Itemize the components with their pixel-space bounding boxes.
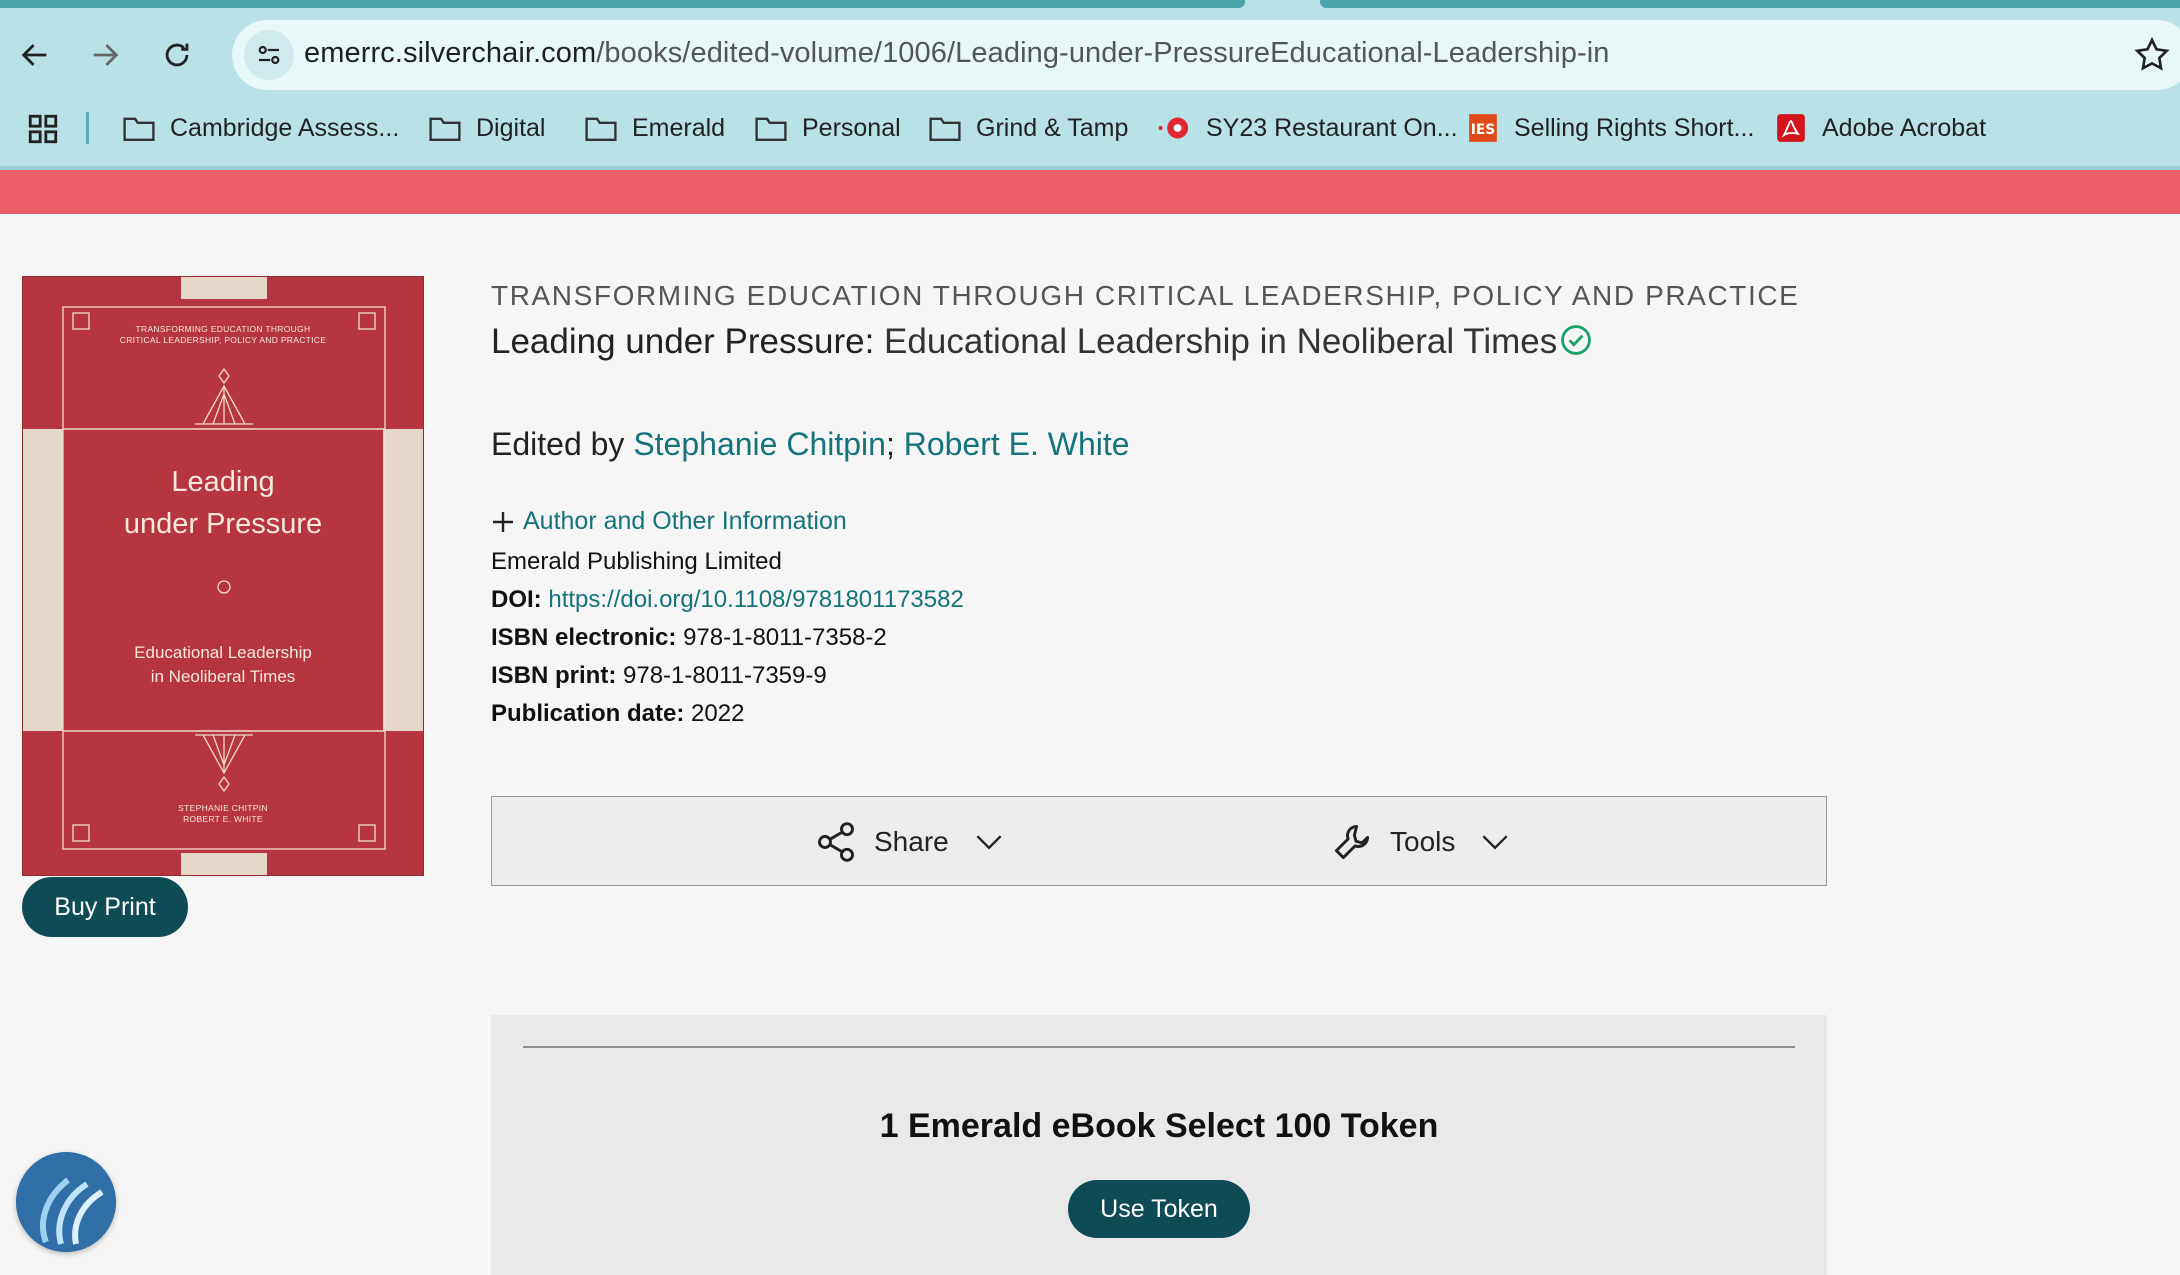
site-settings-icon[interactable] [244, 30, 294, 80]
svg-text:IES: IES [1471, 122, 1496, 138]
wave-logo-icon [16, 1152, 116, 1252]
folder-icon [585, 117, 617, 141]
bookmark-sy23[interactable]: SY23 Restaurant On... [1158, 108, 1458, 148]
book-title: Leading under Pressure: Educational Lead… [491, 322, 1593, 362]
panel-divider [523, 1046, 1795, 1048]
tools-label: Tools [1390, 826, 1456, 857]
folder-icon [429, 117, 461, 141]
author-info-toggle[interactable]: Author and Other Information [491, 507, 847, 536]
share-button[interactable]: Share [814, 819, 1003, 865]
editor-link-white[interactable]: Robert E. White [904, 426, 1130, 462]
tab-left[interactable] [0, 0, 1245, 8]
url-host: emerrc.silverchair.com [304, 37, 597, 69]
share-label: Share [874, 826, 949, 857]
publication-date-row: Publication date: 2022 [491, 700, 745, 727]
bookmark-personal[interactable]: Personal [754, 108, 901, 148]
cover-title: Leading under Pressure [123, 466, 323, 540]
bookmark-selling-rights[interactable]: IES Selling Rights Short... [1466, 108, 1754, 148]
book-title-main: Leading under Pressure [491, 322, 865, 361]
bookmark-cambridge[interactable]: Cambridge Assess... [122, 108, 399, 148]
series-title[interactable]: TRANSFORMING EDUCATION THROUGH CRITICAL … [491, 280, 1799, 312]
cover-subtitle: Educational Leadership in Neoliberal Tim… [134, 643, 312, 686]
cover-editors: STEPHANIE CHITPIN ROBERT E. WHITE [178, 803, 268, 824]
site-header-band [0, 170, 2180, 214]
chevron-down-icon [1482, 835, 1508, 850]
acrobat-icon [1777, 114, 1805, 142]
folder-icon [755, 117, 787, 141]
bookmark-grind-tamp[interactable]: Grind & Tamp [928, 108, 1128, 148]
cover-series: TRANSFORMING EDUCATION THROUGH CRITICAL … [119, 324, 327, 345]
folder-icon [123, 117, 155, 141]
plus-icon [493, 511, 513, 532]
isbn-electronic-row: ISBN electronic: 978-1-8011-7358-2 [491, 624, 887, 651]
arrow-right-icon [93, 44, 119, 66]
bookmark-adobe-acrobat[interactable]: Adobe Acrobat [1774, 108, 1986, 148]
publisher: Emerald Publishing Limited [491, 548, 782, 575]
address-bar[interactable]: emerrc.silverchair.com/books/edited-volu… [232, 20, 2180, 90]
doi-row: DOI: https://doi.org/10.1108/97818011735… [491, 586, 964, 613]
reload-button[interactable] [150, 28, 204, 82]
share-tools-bar: Share Tools [491, 796, 1827, 886]
url-path: /books/edited-volume/1006/Leading-under-… [596, 37, 1610, 69]
arrow-left-icon [21, 44, 47, 66]
bookmarks-bar: Cambridge Assess... Digital Emerald Pers… [0, 100, 2180, 156]
token-title: 1 Emerald eBook Select 100 Token [879, 1107, 1439, 1145]
bookmark-emerald[interactable]: Emerald [584, 108, 725, 148]
share-icon [818, 822, 854, 862]
record-icon [1158, 117, 1189, 139]
buy-print-button[interactable]: Buy Print [22, 877, 188, 937]
browser-chrome: emerrc.silverchair.com/books/edited-volu… [0, 0, 2180, 170]
isbn-print-row: ISBN print: 978-1-8011-7359-9 [491, 662, 827, 689]
editor-link-chitpin[interactable]: Stephanie Chitpin [633, 426, 886, 462]
bookmark-star-icon[interactable] [2132, 35, 2172, 75]
bookmarks-separator [86, 112, 89, 144]
check-circle-icon [1561, 324, 1592, 355]
tab-strip [0, 0, 2180, 8]
ies-icon: IES [1469, 114, 1497, 142]
apps-grid-icon[interactable] [26, 112, 60, 146]
assistant-widget-button[interactable] [16, 1152, 116, 1252]
folder-icon [929, 117, 961, 141]
book-cover-image: TRANSFORMING EDUCATION THROUGH CRITICAL … [22, 276, 424, 876]
forward-button[interactable] [78, 28, 132, 82]
url-text: emerrc.silverchair.com/books/edited-volu… [304, 37, 1610, 70]
book-subtitle: Educational Leadership in Neoliberal Tim… [874, 322, 1558, 361]
cover-ornament-icon [62, 306, 386, 850]
use-token-button[interactable]: Use Token [1068, 1180, 1250, 1238]
title-separator: : [864, 322, 875, 361]
chevron-down-icon [976, 835, 1002, 850]
author-info-label: Author and Other Information [523, 507, 847, 535]
bookmark-digital[interactable]: Digital [428, 108, 545, 148]
back-button[interactable] [8, 28, 62, 82]
doi-link[interactable]: https://doi.org/10.1108/9781801173582 [548, 586, 963, 613]
tools-button[interactable]: Tools [1330, 819, 1509, 865]
token-panel: 1 Emerald eBook Select 100 Token Use Tok… [491, 1015, 1827, 1275]
edited-by: Edited by Stephanie Chitpin; Robert E. W… [491, 426, 1130, 462]
reload-icon [165, 43, 189, 67]
tab-right[interactable] [1320, 0, 2180, 8]
wrench-icon [1334, 824, 1370, 860]
